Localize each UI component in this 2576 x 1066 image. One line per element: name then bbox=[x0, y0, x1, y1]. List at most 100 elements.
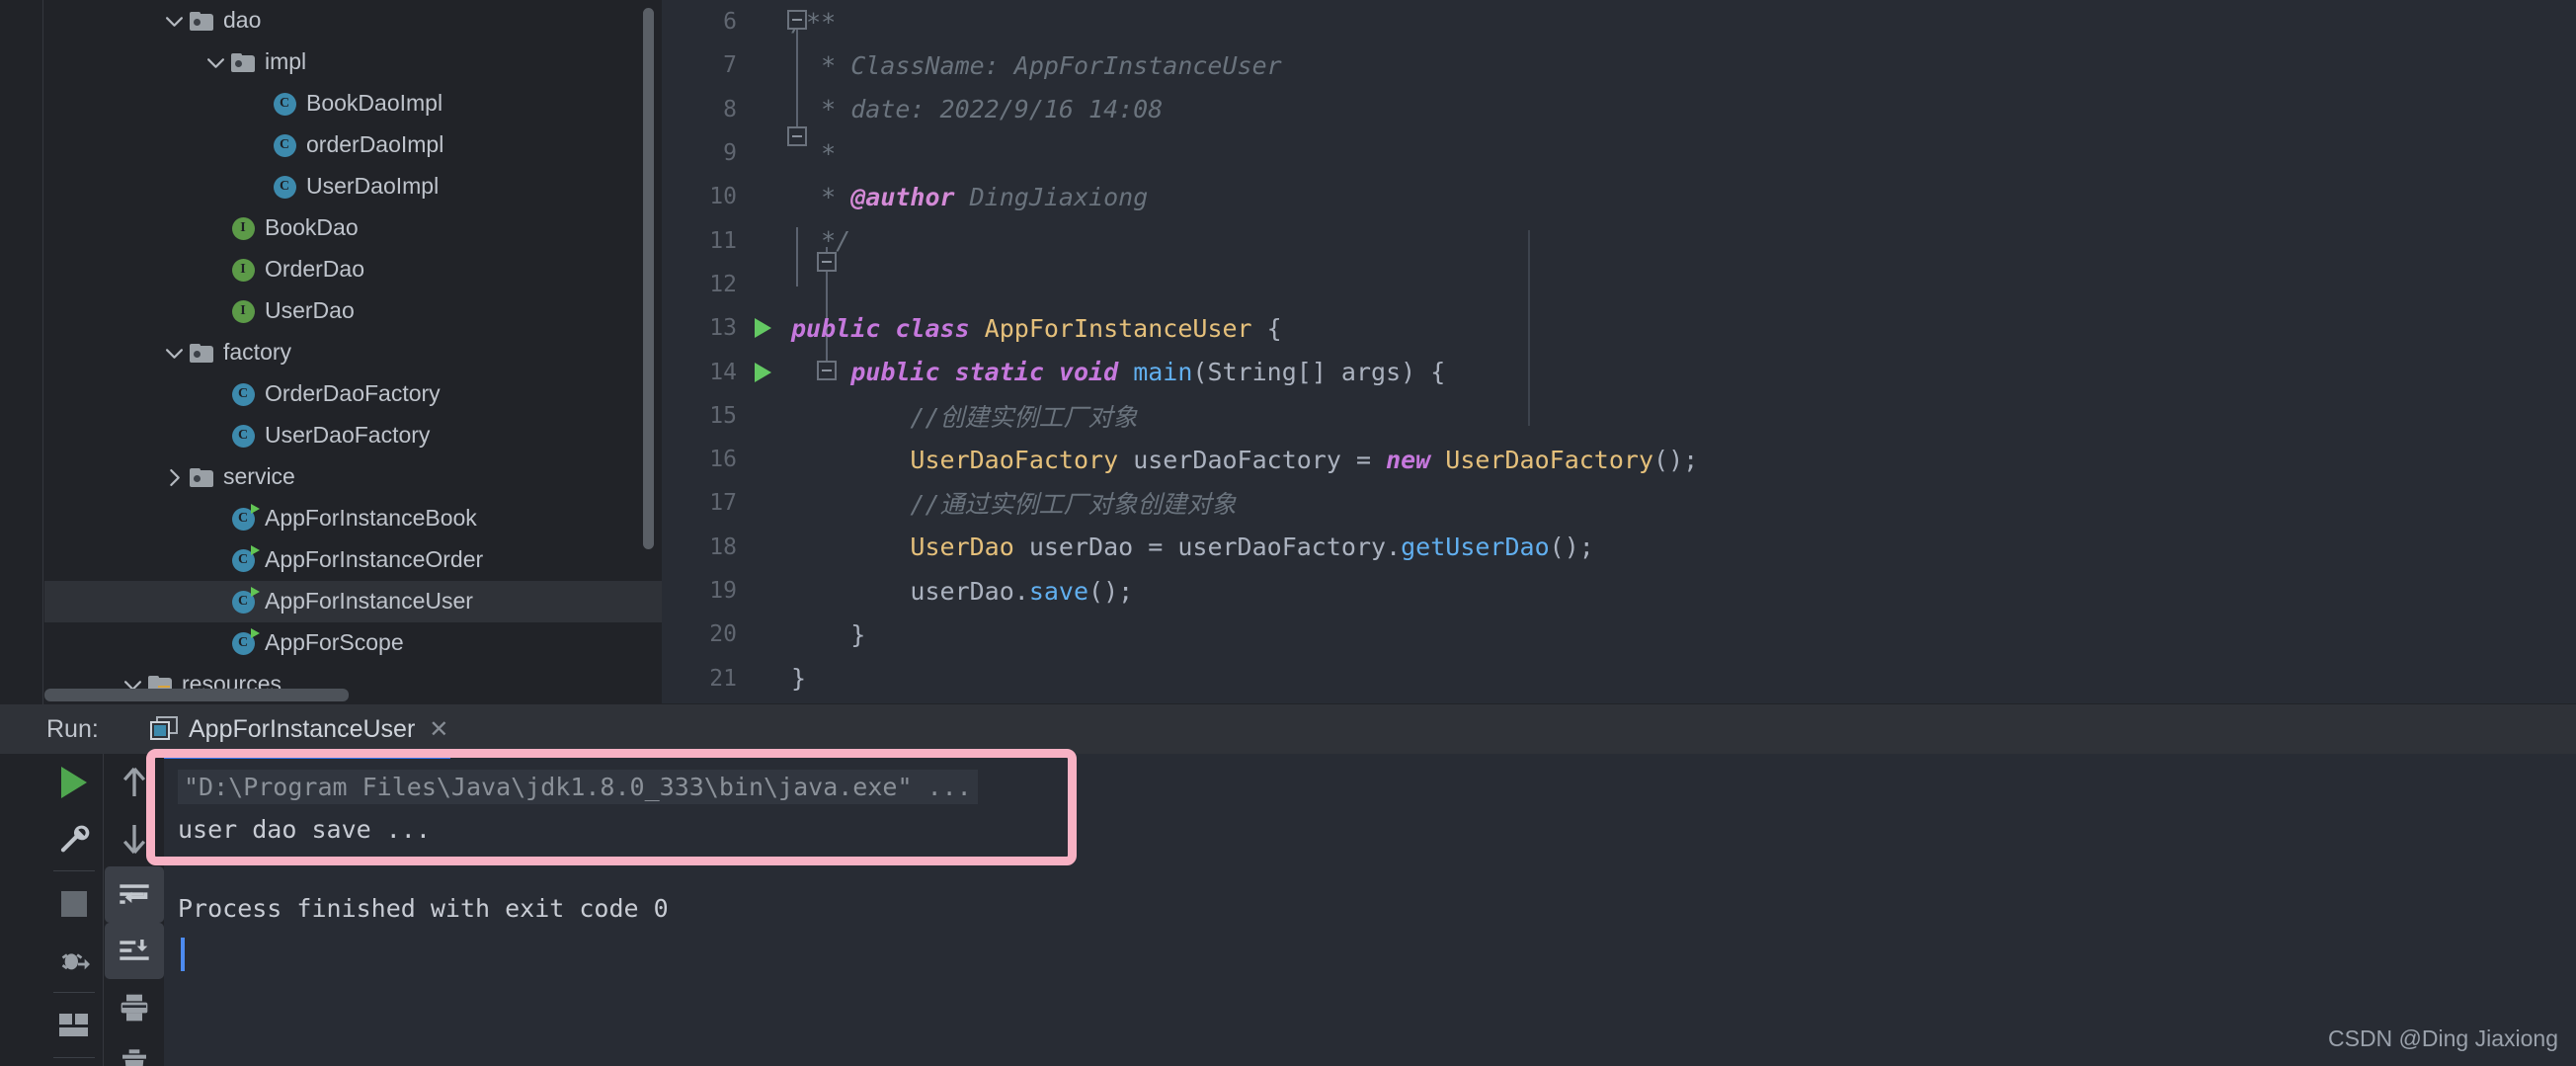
console-caret bbox=[181, 938, 185, 971]
fold-handle-javadoc-end[interactable] bbox=[787, 126, 807, 146]
wrench-icon bbox=[60, 825, 90, 852]
code-token: (); bbox=[1549, 533, 1594, 562]
tree-item-label: AppForInstanceOrder bbox=[265, 545, 484, 572]
toolbar-separator bbox=[52, 1057, 95, 1058]
tree-item-bookdao[interactable]: I BookDao bbox=[44, 207, 662, 249]
tree-item-appforinstanceorder[interactable]: C AppForInstanceOrder bbox=[44, 539, 662, 581]
next-occurrence-button[interactable] bbox=[105, 810, 164, 866]
code-line-21[interactable]: 21} bbox=[662, 656, 2576, 699]
tree-item-appforscope[interactable]: C AppForScope bbox=[44, 622, 662, 664]
chevron-down-icon[interactable] bbox=[161, 0, 187, 41]
code-token: //创建实例工厂对象 bbox=[791, 402, 1138, 432]
code-line-16[interactable]: 16 UserDaoFactory userDaoFactory = new U… bbox=[662, 438, 2576, 481]
java-class-icon: C bbox=[270, 124, 299, 166]
tree-item-impl[interactable]: impl bbox=[44, 41, 662, 83]
tree-item-appforinstanceuser[interactable]: C AppForInstanceUser bbox=[44, 581, 662, 622]
code-token: new bbox=[1386, 445, 1446, 474]
tree-item-service[interactable]: service bbox=[44, 456, 662, 498]
tree-item-factory[interactable]: factory bbox=[44, 332, 662, 373]
rerun-button[interactable] bbox=[44, 754, 104, 810]
run-gutter-icon[interactable] bbox=[755, 318, 771, 339]
clear-all-button[interactable] bbox=[105, 1035, 164, 1066]
line-number: 6 bbox=[723, 9, 737, 36]
debug-button[interactable] bbox=[44, 932, 104, 988]
code-text: * ClassName: AppForInstanceUser bbox=[785, 51, 1282, 80]
code-line-12[interactable]: 12 bbox=[662, 263, 2576, 306]
tree-item-userdaoimpl[interactable]: C UserDaoImpl bbox=[44, 166, 662, 207]
tree-item-label: BookDaoImpl bbox=[306, 89, 443, 116]
code-line-7[interactable]: 7 * ClassName: AppForInstanceUser bbox=[662, 43, 2576, 87]
java-runnable-class-icon: C bbox=[228, 498, 260, 539]
tree-item-orderdaofactory[interactable]: C OrderDaoFactory bbox=[44, 373, 662, 415]
close-icon[interactable]: ✕ bbox=[429, 715, 448, 744]
tree-item-orderdao[interactable]: I OrderDao bbox=[44, 249, 662, 290]
chevron-down-icon[interactable] bbox=[161, 332, 187, 373]
run-console[interactable]: "D:\Program Files\Java\jdk1.8.0_333\bin\… bbox=[164, 754, 2576, 1066]
tree-item-label: OrderDaoFactory bbox=[265, 379, 441, 406]
tree-item-label: dao bbox=[223, 6, 262, 33]
play-icon bbox=[61, 766, 87, 798]
tree-item-appforinstancebook[interactable]: C AppForInstanceBook bbox=[44, 498, 662, 539]
code-editor[interactable]: 6/** 7 * ClassName: AppForInstanceUser 8 *… bbox=[662, 0, 2576, 703]
soft-wrap-button[interactable] bbox=[105, 866, 164, 923]
code-text: userDao.save(); bbox=[785, 577, 1133, 606]
code-token: (String[] args) { bbox=[1192, 358, 1446, 387]
run-gutter-icon[interactable] bbox=[755, 362, 771, 382]
code-line-13[interactable]: 13 public class AppForInstanceUser { bbox=[662, 306, 2576, 350]
tree-item-userdao[interactable]: I UserDao bbox=[44, 290, 662, 332]
code-line-18[interactable]: 18 UserDao userDao = userDaoFactory.getU… bbox=[662, 526, 2576, 569]
code-token: { bbox=[1266, 313, 1282, 343]
line-number: 19 bbox=[709, 578, 737, 604]
tree-item-label: UserDaoFactory bbox=[265, 421, 431, 448]
code-line-6[interactable]: 6/** bbox=[662, 0, 2576, 43]
run-toolbar-primary[interactable] bbox=[44, 754, 104, 1066]
layout-button[interactable] bbox=[44, 997, 104, 1053]
code-token: UserDao bbox=[910, 533, 1014, 562]
code-line-9[interactable]: 9 * bbox=[662, 131, 2576, 175]
tree-item-userdaofactory[interactable]: C UserDaoFactory bbox=[44, 415, 662, 456]
tree-item-label: orderDaoImpl bbox=[306, 130, 444, 157]
tree-item-label: AppForInstanceBook bbox=[265, 504, 477, 531]
tree-item-label: AppForScope bbox=[265, 628, 404, 655]
rerun-failed-button[interactable] bbox=[44, 810, 104, 866]
code-text: UserDaoFactory userDaoFactory = new User… bbox=[785, 446, 1698, 474]
fold-handle-javadoc-start[interactable] bbox=[787, 10, 807, 30]
stop-button[interactable] bbox=[44, 875, 104, 932]
fold-handle-method-end[interactable] bbox=[817, 361, 837, 380]
prev-occurrence-button[interactable] bbox=[105, 754, 164, 810]
tree-vertical-scrollbar[interactable] bbox=[643, 8, 654, 549]
tree-item-bookdaoimpl[interactable]: C BookDaoImpl bbox=[44, 83, 662, 124]
code-token: UserDaoFactory bbox=[1445, 445, 1654, 474]
code-line-19[interactable]: 19 userDao.save(); bbox=[662, 569, 2576, 613]
code-line-17[interactable]: 17 //通过实例工厂对象创建对象 bbox=[662, 481, 2576, 525]
tree-chevron-placeholder bbox=[244, 166, 270, 207]
code-text: */ bbox=[785, 226, 850, 255]
tree-chevron-placeholder bbox=[244, 83, 270, 124]
run-tab-appforinstanceuser[interactable]: AppForInstanceUser ✕ bbox=[150, 710, 448, 748]
code-line-10[interactable]: 10 * @author DingJiaxiong bbox=[662, 175, 2576, 218]
tree-item-orderdaoimpl[interactable]: CorderDaoImpl bbox=[44, 124, 662, 166]
project-tree-panel[interactable]: dao impl C BookDaoImpl CorderDaoImpl C UserDao… bbox=[44, 0, 662, 703]
code-line-11[interactable]: 11 */ bbox=[662, 218, 2576, 262]
tree-horizontal-scrollbar[interactable] bbox=[44, 689, 349, 701]
run-label: Run: bbox=[46, 715, 99, 743]
tree-item-label: service bbox=[223, 462, 295, 489]
run-tool-window[interactable]: Run: AppForInstanceUser ✕ "D:\Program Fi… bbox=[0, 704, 2576, 1066]
chevron-down-icon[interactable] bbox=[202, 41, 228, 83]
code-token: getUserDao bbox=[1401, 533, 1550, 562]
gutter-marker[interactable] bbox=[741, 318, 785, 339]
code-line-8[interactable]: 8 * date: 2022/9/16 14:08 bbox=[662, 88, 2576, 131]
print-button[interactable] bbox=[105, 979, 164, 1035]
left-tool-rail bbox=[0, 0, 43, 726]
scroll-to-end-button[interactable] bbox=[105, 923, 164, 979]
tree-chevron-placeholder bbox=[202, 539, 228, 581]
code-line-14[interactable]: 14 public static void main(String[] args… bbox=[662, 350, 2576, 393]
tree-item-dao[interactable]: dao bbox=[44, 0, 662, 41]
chevron-right-icon[interactable] bbox=[161, 456, 187, 498]
run-toolbar-secondary[interactable] bbox=[105, 754, 164, 1066]
line-number: 13 bbox=[709, 315, 737, 342]
code-line-15[interactable]: 15 //创建实例工厂对象 bbox=[662, 394, 2576, 438]
fold-handle-method-start[interactable] bbox=[817, 252, 837, 272]
gutter-marker[interactable] bbox=[741, 362, 785, 382]
code-line-20[interactable]: 20 } bbox=[662, 613, 2576, 656]
